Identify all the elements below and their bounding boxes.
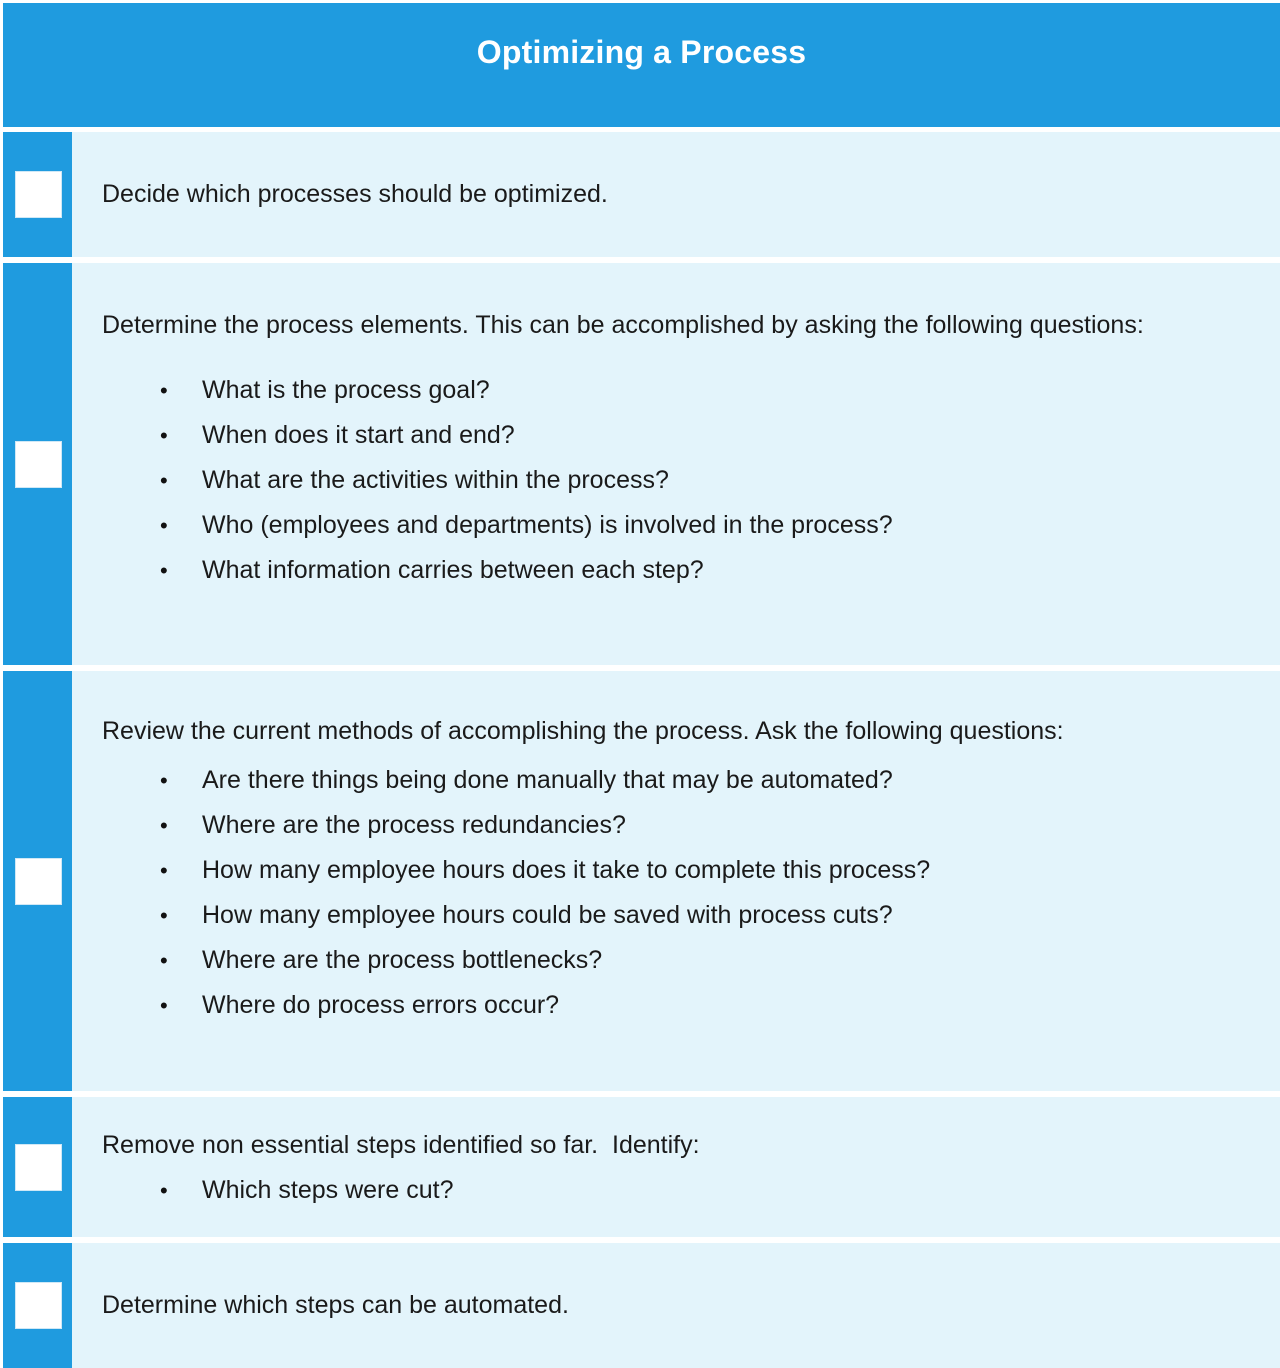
checklist-row-content: Determine which steps can be automated. <box>72 1243 1280 1368</box>
checkbox-icon[interactable] <box>15 440 62 488</box>
list-item: Where are the process bottlenecks? <box>102 938 1256 983</box>
checkbox-icon[interactable] <box>15 857 62 905</box>
list-item: Who (employees and departments) is invol… <box>102 503 1256 548</box>
checkbox-cell[interactable] <box>0 1243 72 1368</box>
checkbox-icon[interactable] <box>15 1282 62 1329</box>
checklist-row-content: Decide which processes should be optimiz… <box>72 132 1280 257</box>
checklist-row: Remove non essential steps identified so… <box>0 1097 1280 1237</box>
document-header: Optimizing a Process <box>0 0 1280 127</box>
list-item: Which steps were cut? <box>102 1168 1256 1213</box>
checkbox-icon[interactable] <box>15 1143 62 1191</box>
checklist-row-text: Decide which processes should be optimiz… <box>102 180 608 208</box>
checklist-bullet-list: Which steps were cut? <box>102 1168 1256 1213</box>
list-item: How many employee hours could be saved w… <box>102 893 1256 938</box>
checklist-row-text: Remove non essential steps identified so… <box>102 1131 700 1159</box>
checklist-row-content: Review the current methods of accomplish… <box>72 671 1280 1091</box>
list-item: What information carries between each st… <box>102 548 1256 593</box>
list-item: Where do process errors occur? <box>102 983 1256 1028</box>
checklist-row: Review the current methods of accomplish… <box>0 671 1280 1091</box>
checklist-row-text: Determine which steps can be automated. <box>102 1291 569 1319</box>
checklist-row: Decide which processes should be optimiz… <box>0 132 1280 257</box>
list-item: When does it start and end? <box>102 413 1256 458</box>
page-title: Optimizing a Process <box>476 34 807 70</box>
checklist-row-content: Remove non essential steps identified so… <box>72 1097 1280 1237</box>
list-item: What are the activities within the proce… <box>102 458 1256 503</box>
checklist-document: Optimizing a Process Decide which proces… <box>0 0 1280 1368</box>
checklist-bullet-list: Are there things being done manually tha… <box>102 758 1256 1028</box>
checklist-row-content: Determine the process elements. This can… <box>72 263 1280 665</box>
checkbox-cell[interactable] <box>0 263 72 665</box>
checklist-rows: Decide which processes should be optimiz… <box>0 127 1280 1368</box>
checklist-row: Determine which steps can be automated. <box>0 1243 1280 1368</box>
checklist-bullet-list: What is the process goal? When does it s… <box>102 368 1256 593</box>
checkbox-cell[interactable] <box>0 671 72 1091</box>
list-item: Are there things being done manually tha… <box>102 758 1256 803</box>
list-item: Where are the process redundancies? <box>102 803 1256 848</box>
checklist-row: Determine the process elements. This can… <box>0 263 1280 665</box>
list-item: How many employee hours does it take to … <box>102 848 1256 893</box>
checklist-row-text: Determine the process elements. This can… <box>102 311 1144 339</box>
checkbox-cell[interactable] <box>0 1097 72 1237</box>
list-item: What is the process goal? <box>102 368 1256 413</box>
checkbox-cell[interactable] <box>0 132 72 257</box>
checkbox-icon[interactable] <box>15 171 62 218</box>
checklist-row-text: Review the current methods of accomplish… <box>102 717 1064 745</box>
